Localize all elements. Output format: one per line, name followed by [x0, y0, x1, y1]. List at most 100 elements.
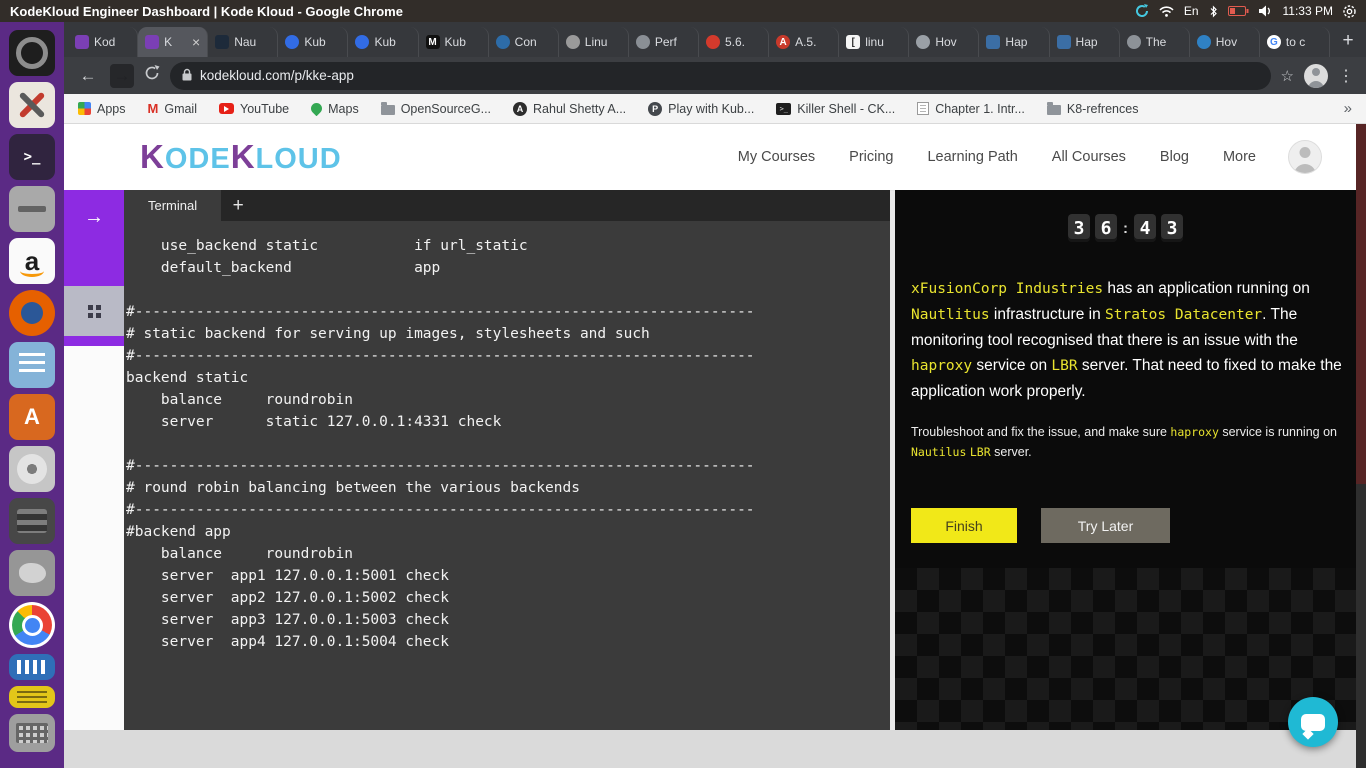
- app-icon-monitor[interactable]: [9, 654, 55, 680]
- terminal-line: server app4 127.0.0.1:5004 check: [126, 634, 450, 650]
- terminal-body[interactable]: use_backend static if url_static default…: [124, 221, 890, 730]
- browser-tab[interactable]: Hap: [1050, 27, 1120, 57]
- window-title: KodeKloud Engineer Dashboard | Kode Klou…: [10, 3, 403, 19]
- terminal-line: #---------------------------------------…: [126, 348, 755, 364]
- bookmark-item[interactable]: Apps: [78, 102, 126, 116]
- app-icon-settings[interactable]: [9, 30, 55, 76]
- browser-tab[interactable]: Hov: [1190, 27, 1260, 57]
- browser-profile-avatar[interactable]: [1304, 63, 1328, 88]
- tab-favicon: M: [425, 35, 440, 49]
- expand-panel-arrow-icon[interactable]: →: [64, 206, 124, 229]
- nav-blog[interactable]: Blog: [1160, 149, 1189, 165]
- bookmark-item[interactable]: OpenSourceG...: [380, 101, 491, 116]
- browser-tab[interactable]: Hov: [909, 27, 980, 57]
- terminal-new-tab-button[interactable]: +: [221, 190, 255, 221]
- forward-button[interactable]: →: [110, 63, 134, 88]
- app-icon-chrome[interactable]: [9, 602, 55, 648]
- bookmark-label: Play with Kub...: [668, 101, 755, 116]
- browser-tab[interactable]: A A.5.: [769, 27, 840, 57]
- browser-tab[interactable]: Perf: [629, 27, 699, 57]
- bookmark-item[interactable]: M Gmail: [148, 101, 198, 116]
- code-term: Stratos Datacenter: [1105, 307, 1263, 323]
- bookmark-item[interactable]: >_ Killer Shell - CK...: [776, 102, 895, 116]
- tab-favicon: [635, 35, 650, 49]
- browser-tab[interactable]: Kub: [278, 27, 349, 57]
- volume-icon[interactable]: [1258, 5, 1273, 17]
- app-icon-keyboard[interactable]: [9, 714, 55, 752]
- scrollbar-thumb[interactable]: [1356, 124, 1366, 484]
- browser-tab[interactable]: Gto c: [1260, 27, 1330, 57]
- bookmark-star-icon[interactable]: ☆: [1281, 67, 1294, 85]
- bookmark-icon: [1046, 101, 1061, 115]
- sync-icon[interactable]: [1135, 4, 1149, 18]
- new-tab-button[interactable]: +: [1334, 27, 1362, 55]
- browser-tab[interactable]: Kod: [68, 27, 139, 57]
- terminal-line: server static 127.0.0.1:4331 check: [126, 414, 502, 430]
- bookmarks-overflow-icon[interactable]: »: [1344, 100, 1352, 117]
- browser-tab[interactable]: Kub: [348, 27, 419, 57]
- app-icon-terminal[interactable]: >_: [9, 134, 55, 180]
- app-icon-notes[interactable]: [9, 686, 55, 708]
- tab-close-icon[interactable]: ×: [192, 35, 200, 49]
- app-icon-archive[interactable]: [9, 186, 55, 232]
- bookmark-item[interactable]: P Play with Kub...: [648, 101, 755, 116]
- browser-tab[interactable]: Nau: [208, 27, 279, 57]
- chat-widget-button[interactable]: [1288, 697, 1338, 747]
- nav-my-courses[interactable]: My Courses: [738, 149, 815, 165]
- address-bar[interactable]: kodekloud.com/p/kke-app: [170, 61, 1271, 90]
- nav-more[interactable]: More: [1223, 149, 1256, 165]
- app-icon-tools[interactable]: [9, 82, 55, 128]
- bluetooth-icon[interactable]: [1209, 5, 1218, 18]
- app-icon-software-center[interactable]: A: [9, 394, 55, 440]
- nav-learning-path[interactable]: Learning Path: [927, 149, 1017, 165]
- page-scrollbar[interactable]: [1356, 124, 1366, 768]
- app-icon-image-tool[interactable]: [9, 550, 55, 596]
- bookmark-item[interactable]: Chapter 1. Intr...: [917, 102, 1025, 116]
- battery-icon[interactable]: [1227, 5, 1249, 17]
- user-avatar[interactable]: [1288, 140, 1322, 174]
- bookmark-icon: [308, 101, 325, 116]
- app-icon-firefox[interactable]: [9, 290, 55, 336]
- drag-handle[interactable]: [64, 286, 124, 336]
- finish-button[interactable]: Finish: [911, 508, 1017, 543]
- nav-pricing[interactable]: Pricing: [849, 149, 893, 165]
- wifi-icon[interactable]: [1159, 5, 1174, 17]
- bookmark-label: Killer Shell - CK...: [797, 101, 896, 116]
- kodekloud-logo[interactable]: KODEKLOUD: [140, 138, 342, 176]
- bookmark-icon: [917, 102, 930, 115]
- code-term: Nautlitus: [911, 307, 990, 323]
- tab-title: to c: [1285, 35, 1306, 49]
- session-menu-icon[interactable]: [1343, 4, 1356, 18]
- try-later-button[interactable]: Try Later: [1041, 508, 1170, 543]
- browser-tab[interactable]: Hap: [979, 27, 1050, 57]
- clock[interactable]: 11:33 PM: [1283, 4, 1333, 18]
- browser-tab[interactable]: Con: [489, 27, 559, 57]
- browser-menu-icon[interactable]: ⋮: [1338, 66, 1354, 86]
- language-indicator[interactable]: En: [1184, 4, 1199, 18]
- bookmark-item[interactable]: YouTube: [219, 102, 289, 116]
- browser-tab[interactable]: The: [1120, 27, 1190, 57]
- bookmark-item[interactable]: Maps: [308, 101, 359, 116]
- system-top-bar: KodeKloud Engineer Dashboard | Kode Klou…: [0, 0, 1366, 22]
- task-note: Troubleshoot and fix the issue, and make…: [911, 422, 1341, 462]
- url-text[interactable]: kodekloud.com/p/kke-app: [200, 68, 354, 83]
- app-icon-text-editor[interactable]: [9, 342, 55, 388]
- browser-tab[interactable]: [linu: [839, 27, 910, 57]
- timer-digit: 3: [1068, 214, 1090, 242]
- browser-tab[interactable]: K ×: [138, 27, 209, 57]
- bookmark-item[interactable]: K8-refrences: [1046, 101, 1138, 116]
- app-icon-amazon[interactable]: a: [9, 238, 55, 284]
- reload-button[interactable]: [144, 65, 160, 86]
- app-icon-drives[interactable]: [9, 498, 55, 544]
- app-icon-disks[interactable]: [9, 446, 55, 492]
- lock-icon[interactable]: [182, 68, 192, 84]
- terminal-tab[interactable]: Terminal: [124, 190, 222, 221]
- text-run: service is running on: [1218, 425, 1337, 439]
- nav-all-courses[interactable]: All Courses: [1052, 149, 1126, 165]
- browser-tab[interactable]: Linu: [559, 27, 629, 57]
- timer-digit: 3: [1161, 214, 1183, 242]
- back-button[interactable]: ←: [76, 67, 100, 84]
- browser-tab[interactable]: M Kub: [419, 27, 489, 57]
- browser-tab[interactable]: 5.6.: [699, 27, 770, 57]
- bookmark-item[interactable]: A Rahul Shetty A...: [513, 101, 626, 116]
